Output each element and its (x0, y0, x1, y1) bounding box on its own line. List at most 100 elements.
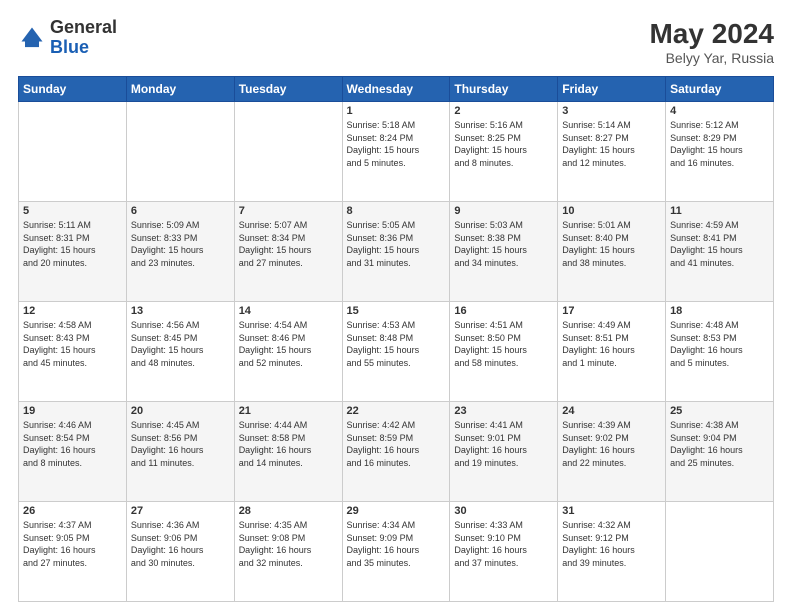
day-number: 13 (131, 305, 230, 317)
calendar-cell: 11 Sunrise: 4:59 AMSunset: 8:41 PMDayligh… (666, 202, 774, 302)
calendar-cell: 23 Sunrise: 4:41 AMSunset: 9:01 PMDayligh… (450, 402, 558, 502)
calendar-cell: 10Sunrise: 5:01 AMSunset: 8:40 PMDayligh… (558, 202, 666, 302)
calendar-week-row: 26 Sunrise: 4:37 AMSunset: 9:05 PMDayligh… (19, 502, 774, 602)
calendar-cell: 18 Sunrise: 4:48 AMSunset: 8:53 PMDayligh… (666, 302, 774, 402)
day-info: Sunrise: 4:51 AMSunset: 8:50 PMDaylight:… (454, 319, 553, 369)
day-number: 30 (454, 505, 553, 517)
day-header: Friday (558, 77, 666, 102)
day-number: 29 (347, 505, 446, 517)
calendar-cell: 9 Sunrise: 5:03 AMSunset: 8:38 PMDaylight… (450, 202, 558, 302)
day-number: 28 (239, 505, 338, 517)
title-block: May 2024 Belyy Yar, Russia (649, 18, 774, 66)
day-info: Sunrise: 4:48 AMSunset: 8:53 PMDaylight:… (670, 319, 769, 369)
calendar-cell: 31Sunrise: 4:32 AMSunset: 9:12 PMDayligh… (558, 502, 666, 602)
calendar-week-row: 19 Sunrise: 4:46 AMSunset: 8:54 PMDayligh… (19, 402, 774, 502)
calendar-cell: 7 Sunrise: 5:07 AMSunset: 8:34 PMDaylight… (234, 202, 342, 302)
day-number: 19 (23, 405, 122, 417)
day-info: Sunrise: 4:54 AMSunset: 8:46 PMDaylight:… (239, 319, 338, 369)
day-number: 18 (670, 305, 769, 317)
day-info: Sunrise: 4:58 AMSunset: 8:43 PMDaylight:… (23, 319, 122, 369)
day-number: 31 (562, 505, 661, 517)
calendar-cell (126, 102, 234, 202)
calendar-cell: 8Sunrise: 5:05 AMSunset: 8:36 PMDaylight… (342, 202, 450, 302)
calendar-week-row: 1 Sunrise: 5:18 AMSunset: 8:24 PMDaylight… (19, 102, 774, 202)
calendar-cell: 24 Sunrise: 4:39 AMSunset: 9:02 PMDayligh… (558, 402, 666, 502)
day-number: 27 (131, 505, 230, 517)
day-info: Sunrise: 4:37 AMSunset: 9:05 PMDaylight:… (23, 519, 122, 569)
day-number: 2 (454, 105, 553, 117)
calendar-table: SundayMondayTuesdayWednesdayThursdayFrid… (18, 76, 774, 602)
calendar-week-row: 5Sunrise: 5:11 AMSunset: 8:31 PMDaylight… (19, 202, 774, 302)
calendar-cell: 1 Sunrise: 5:18 AMSunset: 8:24 PMDaylight… (342, 102, 450, 202)
day-number: 12 (23, 305, 122, 317)
day-number: 7 (239, 205, 338, 217)
calendar-cell: 26 Sunrise: 4:37 AMSunset: 9:05 PMDayligh… (19, 502, 127, 602)
day-number: 21 (239, 405, 338, 417)
day-number: 1 (347, 105, 446, 117)
header: General Blue May 2024 Belyy Yar, Russia (18, 18, 774, 66)
day-info: Sunrise: 4:42 AMSunset: 8:59 PMDaylight:… (347, 419, 446, 469)
calendar-cell (19, 102, 127, 202)
day-header: Monday (126, 77, 234, 102)
day-number: 26 (23, 505, 122, 517)
calendar-week-row: 12 Sunrise: 4:58 AMSunset: 8:43 PMDayligh… (19, 302, 774, 402)
logo-icon (18, 24, 46, 52)
calendar-cell: 5Sunrise: 5:11 AMSunset: 8:31 PMDaylight… (19, 202, 127, 302)
day-number: 25 (670, 405, 769, 417)
calendar-cell (234, 102, 342, 202)
day-header: Saturday (666, 77, 774, 102)
day-number: 20 (131, 405, 230, 417)
day-info: Sunrise: 4:34 AMSunset: 9:09 PMDaylight:… (347, 519, 446, 569)
day-number: 9 (454, 205, 553, 217)
day-info: Sunrise: 5:16 AMSunset: 8:25 PMDaylight:… (454, 119, 553, 169)
day-info: Sunrise: 4:59 AMSunset: 8:41 PMDaylight:… (670, 219, 769, 269)
day-header: Wednesday (342, 77, 450, 102)
day-number: 16 (454, 305, 553, 317)
day-info: Sunrise: 4:53 AMSunset: 8:48 PMDaylight:… (347, 319, 446, 369)
day-info: Sunrise: 5:03 AMSunset: 8:38 PMDaylight:… (454, 219, 553, 269)
day-info: Sunrise: 5:18 AMSunset: 8:24 PMDaylight:… (347, 119, 446, 169)
day-info: Sunrise: 4:33 AMSunset: 9:10 PMDaylight:… (454, 519, 553, 569)
month-year: May 2024 (649, 18, 774, 50)
calendar-cell (666, 502, 774, 602)
calendar-cell: 3Sunrise: 5:14 AMSunset: 8:27 PMDaylight… (558, 102, 666, 202)
day-info: Sunrise: 4:46 AMSunset: 8:54 PMDaylight:… (23, 419, 122, 469)
day-info: Sunrise: 5:12 AMSunset: 8:29 PMDaylight:… (670, 119, 769, 169)
day-header: Thursday (450, 77, 558, 102)
page: General Blue May 2024 Belyy Yar, Russia … (0, 0, 792, 612)
calendar-cell: 2 Sunrise: 5:16 AMSunset: 8:25 PMDaylight… (450, 102, 558, 202)
calendar-header-row: SundayMondayTuesdayWednesdayThursdayFrid… (19, 77, 774, 102)
calendar-cell: 20 Sunrise: 4:45 AMSunset: 8:56 PMDayligh… (126, 402, 234, 502)
day-info: Sunrise: 4:45 AMSunset: 8:56 PMDaylight:… (131, 419, 230, 469)
day-info: Sunrise: 4:36 AMSunset: 9:06 PMDaylight:… (131, 519, 230, 569)
calendar-cell: 15Sunrise: 4:53 AMSunset: 8:48 PMDayligh… (342, 302, 450, 402)
day-number: 5 (23, 205, 122, 217)
calendar-cell: 27 Sunrise: 4:36 AMSunset: 9:06 PMDayligh… (126, 502, 234, 602)
day-number: 10 (562, 205, 661, 217)
logo-general: General (50, 17, 117, 37)
day-info: Sunrise: 5:07 AMSunset: 8:34 PMDaylight:… (239, 219, 338, 269)
day-info: Sunrise: 4:56 AMSunset: 8:45 PMDaylight:… (131, 319, 230, 369)
day-number: 22 (347, 405, 446, 417)
calendar-cell: 16 Sunrise: 4:51 AMSunset: 8:50 PMDayligh… (450, 302, 558, 402)
day-number: 6 (131, 205, 230, 217)
day-number: 17 (562, 305, 661, 317)
calendar-cell: 4Sunrise: 5:12 AMSunset: 8:29 PMDaylight… (666, 102, 774, 202)
calendar-cell: 13 Sunrise: 4:56 AMSunset: 8:45 PMDayligh… (126, 302, 234, 402)
day-info: Sunrise: 4:41 AMSunset: 9:01 PMDaylight:… (454, 419, 553, 469)
day-info: Sunrise: 4:35 AMSunset: 9:08 PMDaylight:… (239, 519, 338, 569)
calendar-cell: 14Sunrise: 4:54 AMSunset: 8:46 PMDayligh… (234, 302, 342, 402)
calendar-cell: 12 Sunrise: 4:58 AMSunset: 8:43 PMDayligh… (19, 302, 127, 402)
day-info: Sunrise: 5:05 AMSunset: 8:36 PMDaylight:… (347, 219, 446, 269)
location: Belyy Yar, Russia (649, 50, 774, 66)
day-info: Sunrise: 4:44 AMSunset: 8:58 PMDaylight:… (239, 419, 338, 469)
calendar-cell: 21 Sunrise: 4:44 AMSunset: 8:58 PMDayligh… (234, 402, 342, 502)
calendar-cell: 28 Sunrise: 4:35 AMSunset: 9:08 PMDayligh… (234, 502, 342, 602)
day-number: 24 (562, 405, 661, 417)
logo-text: General Blue (50, 18, 117, 58)
day-number: 3 (562, 105, 661, 117)
day-number: 23 (454, 405, 553, 417)
day-info: Sunrise: 4:39 AMSunset: 9:02 PMDaylight:… (562, 419, 661, 469)
day-number: 11 (670, 205, 769, 217)
calendar-cell: 17Sunrise: 4:49 AMSunset: 8:51 PMDayligh… (558, 302, 666, 402)
